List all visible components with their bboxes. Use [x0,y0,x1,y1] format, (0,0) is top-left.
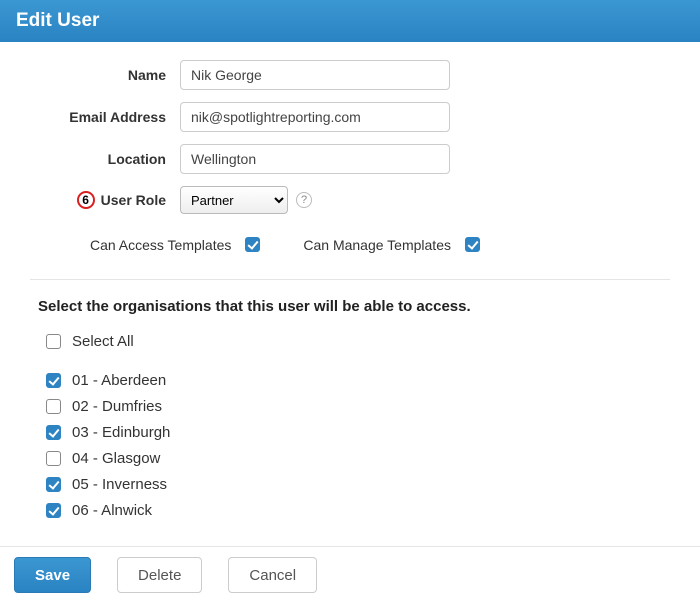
divider [30,279,670,280]
role-select[interactable]: Partner [180,186,288,214]
org-label: 05 - Inverness [72,476,167,493]
form-area: Name Email Address Location 6 User Role … [0,42,700,546]
role-select-wrap: Partner ? [180,186,312,214]
row-name: Name [30,60,670,90]
name-label: Name [30,67,180,83]
row-email: Email Address [30,102,670,132]
row-location: Location [30,144,670,174]
dialog-title: Edit User [16,10,99,31]
row-role: 6 User Role Partner ? [30,186,670,214]
org-list: Select All 01 - Aberdeen 02 - Dumfries 0… [30,331,670,521]
org-section-heading: Select the organisations that this user … [38,298,670,315]
org-row: 01 - Aberdeen [42,370,670,391]
org-checkbox[interactable] [46,399,61,414]
org-label: 04 - Glasgow [72,450,160,467]
org-label: 01 - Aberdeen [72,372,166,389]
org-row: 06 - Alnwick [42,500,670,521]
delete-button[interactable]: Delete [117,557,202,593]
org-label: 03 - Edinburgh [72,424,170,441]
org-label: 02 - Dumfries [72,398,162,415]
org-checkbox[interactable] [46,477,61,492]
org-label: 06 - Alnwick [72,502,152,519]
org-row: 05 - Inverness [42,474,670,495]
cancel-button[interactable]: Cancel [228,557,317,593]
permissions-row: Can Access Templates Can Manage Template… [90,234,670,255]
role-label-wrap: 6 User Role [30,191,180,209]
org-checkbox[interactable] [46,451,61,466]
org-row: 02 - Dumfries [42,396,670,417]
footer: Save Delete Cancel [0,546,700,609]
org-row: 03 - Edinburgh [42,422,670,443]
role-label: User Role [101,192,166,208]
select-all-label: Select All [72,333,134,350]
perm-manage-label: Can Manage Templates [303,237,451,253]
save-button[interactable]: Save [14,557,91,593]
help-icon[interactable]: ? [296,192,312,208]
perm-manage-checkbox[interactable] [465,237,480,252]
email-input[interactable] [180,102,450,132]
perm-access: Can Access Templates [90,234,263,255]
select-all-row: Select All [42,331,670,352]
step-badge-icon: 6 [77,191,95,209]
perm-access-checkbox[interactable] [245,237,260,252]
perm-access-label: Can Access Templates [90,237,231,253]
name-input[interactable] [180,60,450,90]
dialog-header: Edit User [0,0,700,42]
org-checkbox[interactable] [46,503,61,518]
location-input[interactable] [180,144,450,174]
org-checkbox[interactable] [46,425,61,440]
org-checkbox[interactable] [46,373,61,388]
location-label: Location [30,151,180,167]
email-label: Email Address [30,109,180,125]
perm-manage: Can Manage Templates [303,234,483,255]
select-all-checkbox[interactable] [46,334,61,349]
org-row: 04 - Glasgow [42,448,670,469]
